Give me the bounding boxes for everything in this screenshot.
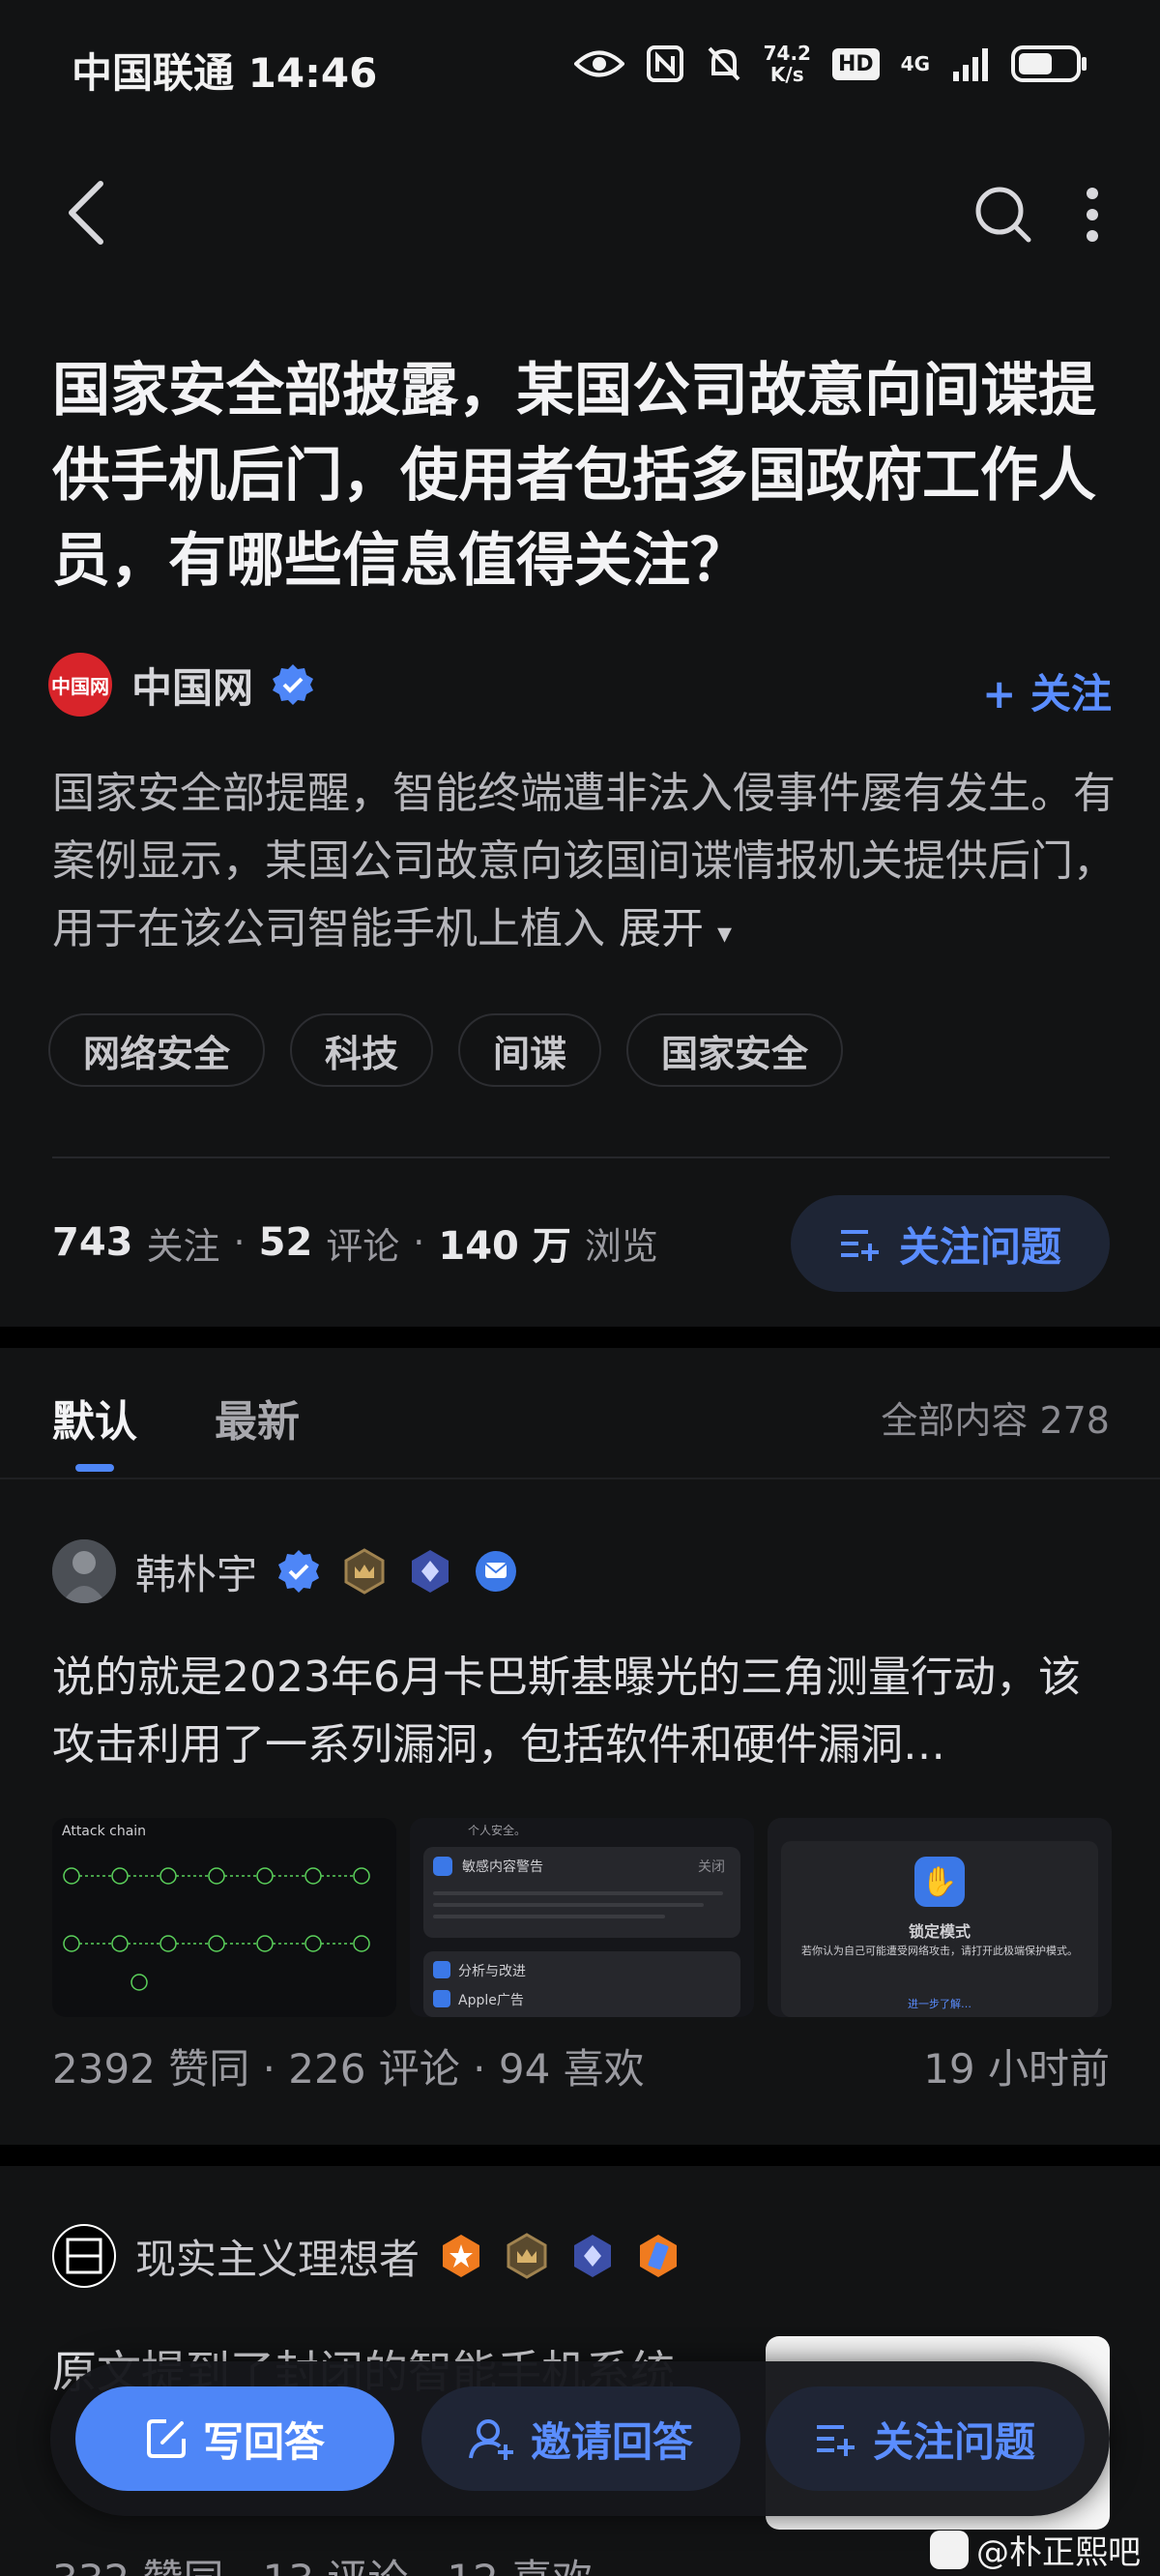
answer-image-attack-chain[interactable]: Attack chain: [52, 1818, 396, 2017]
answer-image-sensitive-content[interactable]: 个人安全。 敏感内容警告 关闭 分析与改进 Apple广告: [410, 1818, 754, 2017]
question-description[interactable]: 国家安全部提醒，智能终端遭非法入侵事件屡有发生。有案例显示，某国公司故意向该国间…: [52, 760, 1116, 968]
all-content-count: 全部内容 278: [881, 1399, 1110, 1442]
answer-images: Attack chain 个人安全。 敏感内容警告 关闭 分析与改进 Apple…: [52, 1818, 1112, 2017]
edit-icon: [146, 2419, 186, 2458]
expand-button[interactable]: 展开 ▾: [619, 904, 732, 953]
invite-answer-button[interactable]: 邀请回答: [421, 2386, 740, 2491]
tab-latest[interactable]: 最新: [215, 1387, 300, 1449]
author-logo[interactable]: 中国网: [48, 653, 112, 717]
attack-chain-diagram: [63, 1867, 370, 1991]
carrier-time: 中国联通 14:46: [72, 49, 378, 97]
follow-list-icon: [840, 1230, 879, 1261]
section-separator: [0, 2145, 1160, 2166]
answer-stats: 2392 赞同 · 226 评论 · 94 喜欢: [52, 2045, 645, 2093]
answer-author-name[interactable]: 现实主义理想者: [135, 2227, 420, 2286]
verified-icon: [278, 1550, 320, 1593]
search-icon: [975, 187, 1031, 243]
answer-tabs: 默认 最新 全部内容 278: [0, 1348, 1160, 1479]
more-vertical-icon: [1087, 188, 1098, 242]
invite-user-icon: [468, 2419, 513, 2460]
star-badge-icon: [443, 2235, 480, 2277]
avatar[interactable]: [52, 2224, 116, 2288]
views-count: 140 万: [438, 1224, 571, 1269]
follow-question-label: 关注问题: [898, 1222, 1061, 1271]
follow-question-bottom-button[interactable]: 关注问题: [766, 2386, 1085, 2491]
nfc-icon: [646, 45, 683, 82]
hd-badge: HD: [831, 47, 880, 80]
answer-card[interactable]: 韩朴宇 说的就是2023年6月卡巴斯基曝光的三角测量行动，该攻击利用了一系列漏洞…: [0, 1479, 1160, 2147]
avatar[interactable]: [52, 1539, 116, 1603]
battery-icon: [1011, 45, 1087, 82]
answer-author-name[interactable]: 韩朴宇: [135, 1542, 257, 1601]
pencil-badge-icon: [640, 2235, 678, 2277]
network-type: 4G: [900, 52, 930, 75]
chevron-left-icon: [69, 181, 103, 245]
comments-label[interactable]: 评论: [326, 1216, 399, 1270]
verified-icon: [273, 664, 314, 705]
question-author-row: 中国网 中国网 + 关注: [48, 650, 1112, 719]
answer-author-row: 现实主义理想者: [52, 2224, 682, 2288]
watermark: @朴正熙吧: [930, 2526, 1141, 2573]
settings-group: 敏感内容警告 关闭: [423, 1847, 740, 1938]
signal-icon: [953, 48, 988, 81]
answer-excerpt[interactable]: 说的就是2023年6月卡巴斯基曝光的三角测量行动，该攻击利用了一系列漏洞，包括软…: [52, 1644, 1116, 1779]
dot-separator: ·: [413, 1221, 425, 1264]
search-button[interactable]: [972, 184, 1034, 246]
status-bar: 中国联通 14:46 74.2 K/s HD 4G: [0, 0, 1160, 145]
question-title: 国家安全部披露，某国公司故意向间谍提供手机后门，使用者包括多国政府工作人员，有哪…: [52, 357, 1096, 595]
follow-list-icon: [816, 2425, 855, 2456]
topic-tags: 网络安全 科技 间谍 国家安全: [48, 1013, 844, 1087]
active-tab-indicator: [75, 1464, 114, 1472]
tag-national-security[interactable]: 国家安全: [626, 1013, 844, 1087]
crown-badge-icon: [344, 1548, 385, 1595]
caret-down-icon: ▾: [717, 917, 733, 951]
hand-icon: ✋: [914, 1857, 965, 1907]
description-text: 国家安全部提醒，智能终端遭非法入侵事件屡有发生。有案例显示，某国公司故意向该国间…: [52, 769, 1116, 953]
answer-stats: 332 赞同 · 13 评论 · 12 喜欢: [52, 2547, 593, 2576]
settings-group: 分析与改进 Apple广告: [423, 1951, 740, 2017]
author-name[interactable]: 中国网: [131, 656, 253, 715]
tab-default[interactable]: 默认: [52, 1387, 137, 1449]
tieba-icon: [930, 2530, 969, 2569]
followers-count: 743: [52, 1220, 133, 1265]
mute-bell-icon: [708, 46, 740, 81]
status-icons: 74.2 K/s HD 4G: [573, 42, 1088, 86]
views-label: 浏览: [584, 1224, 658, 1268]
tag-network-security[interactable]: 网络安全: [48, 1013, 266, 1087]
tag-technology[interactable]: 科技: [290, 1013, 434, 1087]
write-answer-button[interactable]: 写回答: [75, 2386, 394, 2491]
more-options-button[interactable]: [1073, 184, 1112, 246]
divider: [52, 1156, 1110, 1158]
question-stats: 743 关注 · 52 评论 · 140 万浏览: [52, 1215, 658, 1271]
followers-label: 关注: [146, 1224, 220, 1268]
dot-separator: ·: [233, 1221, 246, 1264]
answer-time: 19 小时前: [923, 2045, 1110, 2093]
settings-app-icon: [433, 1857, 452, 1876]
ads-icon: [433, 1990, 450, 2007]
network-speed: 74.2 K/s: [763, 42, 811, 86]
follow-author-button[interactable]: + 关注: [982, 661, 1112, 720]
follow-question-button[interactable]: 关注问题: [791, 1195, 1110, 1292]
back-button[interactable]: [58, 174, 126, 251]
eye-icon: [573, 50, 624, 77]
top-navigation: [0, 164, 1160, 261]
crown-badge-icon: [507, 2233, 547, 2279]
answer-image-lockdown-mode[interactable]: ✋ 锁定模式 若你认为自己可能遭受网络攻击，请打开此极端保护模式。 进一步了解…: [768, 1818, 1112, 2017]
diamond-badge-icon: [412, 1550, 450, 1593]
bottom-action-bar: 写回答 邀请回答 关注问题: [50, 2361, 1110, 2516]
comments-count: 52: [258, 1220, 313, 1265]
section-separator: [0, 1327, 1160, 1348]
message-badge-icon: [476, 1551, 517, 1592]
diamond-badge-icon: [574, 2235, 612, 2277]
tag-spy[interactable]: 间谍: [458, 1013, 602, 1087]
analytics-icon: [433, 1961, 450, 1978]
answer-author-row: 韩朴宇: [52, 1539, 520, 1603]
